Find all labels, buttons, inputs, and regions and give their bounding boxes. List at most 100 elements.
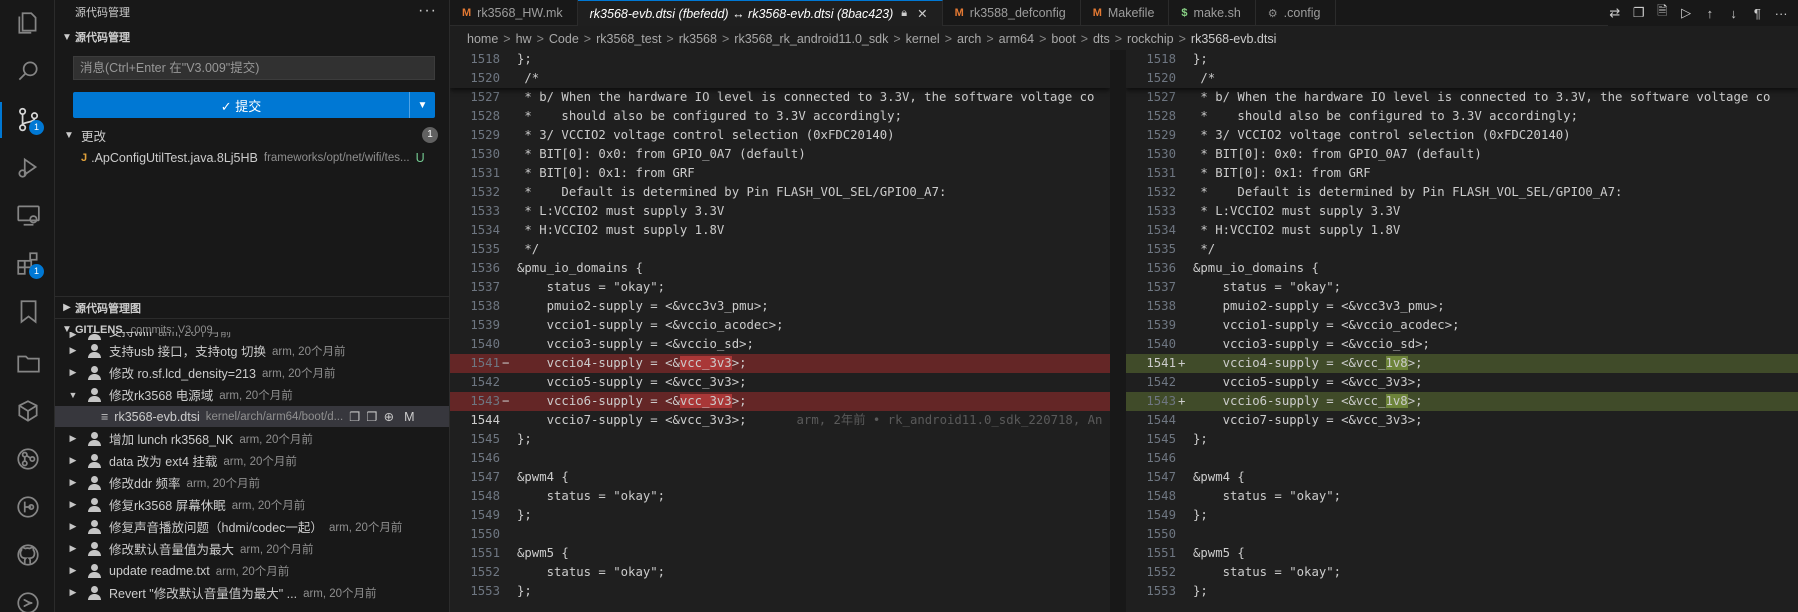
code-line[interactable]: 1529 * 3/ VCCIO2 voltage control selecti… [450, 126, 1110, 145]
breadcrumb-item[interactable]: dts [1093, 32, 1110, 46]
scm-section-header[interactable]: ▼ 源代码管理 [55, 26, 130, 48]
code-line[interactable]: 1527 * b/ When the hardware IO level is … [1126, 88, 1798, 107]
changes-group[interactable]: ▼ 更改 1 [55, 124, 449, 146]
commit-row[interactable]: ▶ 支持wifi arm, 20个月前 [55, 332, 449, 340]
code-line[interactable]: 1533 * L:VCCIO2 must supply 3.3V [1126, 202, 1798, 221]
code-line[interactable]: 1535 */ [450, 240, 1110, 259]
code-line[interactable]: 1553}; [450, 582, 1110, 601]
activity-item-run-debug[interactable] [0, 144, 55, 192]
run-icon[interactable]: ▷ [1679, 5, 1693, 21]
breadcrumb-item[interactable]: kernel [906, 32, 940, 46]
code-line[interactable]: 1528 * should also be configured to 3.3V… [450, 107, 1110, 126]
commit-button[interactable]: ✓ 提交 ▼ [73, 92, 435, 118]
code-line[interactable]: 1531 * BIT[0]: 0x1: from GRF [1126, 164, 1798, 183]
code-line[interactable]: 1548 status = "okay"; [450, 487, 1110, 506]
breadcrumb-item[interactable]: rockchip [1127, 32, 1174, 46]
code-line[interactable]: 1539 vccio1-supply = <&vccio_acodec>; [450, 316, 1110, 335]
breadcrumb-item[interactable]: home [467, 32, 498, 46]
commit-row[interactable]: ▶ 修改 ro.sf.lcd_density=213 arm, 20个月前 [55, 362, 449, 383]
code-line[interactable]: 1534 * H:VCCIO2 must supply 1.8V [450, 221, 1110, 240]
file-icon[interactable]: 🗎 [1656, 2, 1670, 24]
activity-item-github[interactable] [0, 532, 55, 580]
commit-row[interactable]: ▶ 修改默认音量值为最大 arm, 20个月前 [55, 538, 449, 559]
compare-icon[interactable]: ❐ [366, 409, 377, 424]
activity-item-folder[interactable] [0, 340, 55, 388]
activity-item-gitlens[interactable] [0, 436, 55, 484]
code-line[interactable]: 1531 * BIT[0]: 0x1: from GRF [450, 164, 1110, 183]
code-line[interactable]: 1552 status = "okay"; [1126, 563, 1798, 582]
code-line[interactable]: 1539 vccio1-supply = <&vccio_acodec>; [1126, 316, 1798, 335]
code-line[interactable]: 1544 vccio7-supply = <&vcc_3v3>; [1126, 411, 1798, 430]
code-line[interactable]: 1530 * BIT[0]: 0x0: from GPIO_0A7 (defau… [1126, 145, 1798, 164]
code-line[interactable]: 1536 &pmu_io_domains { [1126, 259, 1798, 278]
code-line[interactable]: 1534 * H:VCCIO2 must supply 1.8V [1126, 221, 1798, 240]
close-icon[interactable]: ✕ [917, 6, 927, 21]
open-file-icon[interactable]: ❐ [349, 409, 360, 424]
deleted-line[interactable]: 1543− vccio6-supply = <&vcc_3v3>; [450, 392, 1110, 411]
arrow-up-icon[interactable]: ↑ [1703, 6, 1717, 21]
code-line[interactable]: 1551 &pwm5 { [1126, 544, 1798, 563]
code-line[interactable]: 1545}; [1126, 430, 1798, 449]
inserted-line[interactable]: 1543 + vccio6-supply = <&vcc_1v8>; [1126, 392, 1798, 411]
code-line[interactable]: 1533 * L:VCCIO2 must supply 3.3V [450, 202, 1110, 221]
activity-item-gitlens-graph[interactable] [0, 580, 55, 612]
code-line[interactable]: 1546 [1126, 449, 1798, 468]
code-line[interactable]: 1549}; [450, 506, 1110, 525]
graph-section-header[interactable]: ▶ 源代码管理图 [55, 296, 449, 318]
activity-item-bookmarks[interactable] [0, 288, 55, 336]
tab-config[interactable]: ⚙ .config [1256, 0, 1336, 26]
breadcrumb-item[interactable]: hw [516, 32, 532, 46]
tab-makesh[interactable]: $ make.sh [1169, 0, 1256, 26]
activity-item-search[interactable] [0, 48, 55, 96]
code-line[interactable]: 1553}; [1126, 582, 1798, 601]
code-line[interactable]: 1548 status = "okay"; [1126, 487, 1798, 506]
commit-row[interactable]: ▶ 修改ddr 频率 arm, 20个月前 [55, 472, 449, 493]
code-line[interactable]: 1527 * b/ When the hardware IO level is … [450, 88, 1110, 107]
arrow-down-icon[interactable]: ↓ [1727, 6, 1741, 21]
breadcrumb-item[interactable]: Code [549, 32, 579, 46]
breadcrumb-item[interactable]: rk3568-evb.dtsi [1191, 32, 1276, 46]
commit-row[interactable]: ▼ 修改rk3568 电源域 arm, 20个月前 [55, 384, 449, 405]
code-line[interactable]: 1551 &pwm5 { [450, 544, 1110, 563]
code-line[interactable]: 1546 [450, 449, 1110, 468]
code-line[interactable]: 1537 status = "okay"; [450, 278, 1110, 297]
code-line[interactable]: 1542 vccio5-supply = <&vcc_3v3>; [450, 373, 1110, 392]
tab-rk3568-evbdtsi[interactable]: rk3568-evb.dtsi (fbefedd) ↔ rk3568-evb.d… [577, 0, 943, 26]
code-line[interactable]: 1538 pmuio2-supply = <&vcc3v3_pmu>; [1126, 297, 1798, 316]
code-line[interactable]: 1545}; [450, 430, 1110, 449]
code-line[interactable]: 1552 status = "okay"; [450, 563, 1110, 582]
pilcrow-icon[interactable]: ¶ [1751, 6, 1765, 21]
code-line[interactable]: 1532 * Default is determined by Pin FLAS… [450, 183, 1110, 202]
activity-item-remote-explorer[interactable] [0, 192, 55, 240]
deleted-line[interactable]: 1541− vccio4-supply = <&vcc_3v3>; [450, 354, 1110, 373]
tab-Makefile[interactable]: M Makefile [1081, 0, 1170, 26]
commit-row[interactable]: ▶ 修复rk3568 屏幕休眠 arm, 20个月前 [55, 494, 449, 515]
diff-divider[interactable] [1110, 50, 1126, 612]
code-line[interactable]: 1544 vccio7-supply = <&vcc_3v3>; arm, 2年前… [450, 411, 1110, 430]
commit-row[interactable]: ▶ Revert "修改默认音量值为最大" ... arm, 20个月前 [55, 582, 449, 603]
more-actions-icon[interactable]: ··· [418, 2, 437, 20]
commit-row[interactable]: ▶ update readme.txt arm, 20个月前 [55, 560, 449, 581]
commit-row[interactable]: ▶ data 改为 ext4 挂载 arm, 20个月前 [55, 450, 449, 471]
inserted-line[interactable]: 1541 + vccio4-supply = <&vcc_1v8>; [1126, 354, 1798, 373]
activity-item-source-control[interactable]: 1 [0, 96, 55, 144]
code-line[interactable]: 1550 [1126, 525, 1798, 544]
code-line[interactable]: 1530 * BIT[0]: 0x0: from GPIO_0A7 (defau… [450, 145, 1110, 164]
diff-editor-modified[interactable]: 1518}; 1520 /* 1527 * b/ When the hardware… [1126, 50, 1798, 612]
activity-item-files[interactable] [0, 0, 55, 48]
code-line[interactable]: 1542 vccio5-supply = <&vcc_3v3>; [1126, 373, 1798, 392]
code-line[interactable]: 1549}; [1126, 506, 1798, 525]
changed-file-row[interactable]: J .ApConfigUtilTest.java.8Lj5HB framewor… [55, 147, 449, 169]
tab-rk3588_defconfig[interactable]: Mrk3588_defconfig [943, 0, 1081, 26]
breadcrumb-item[interactable]: boot [1051, 32, 1075, 46]
globe-icon[interactable]: ⊕ [384, 409, 394, 424]
activity-item-cube[interactable] [0, 388, 55, 436]
lock-icon[interactable]: 🔒︎ [901, 7, 907, 20]
code-line[interactable]: 1540 vccio3-supply = <&vccio_sd>; [1126, 335, 1798, 354]
commit-file-row[interactable]: ≡ rk3568-evb.dtsi kernel/arch/arm64/boot/d… [55, 406, 449, 427]
breadcrumb-item[interactable]: rk3568_rk_android11.0_sdk [734, 32, 888, 46]
breadcrumb-item[interactable]: arch [957, 32, 981, 46]
commit-message-input[interactable]: 消息(Ctrl+Enter 在"V3.009"提交) [73, 56, 435, 80]
commit-row[interactable]: ▶ 修复声音播放问题（hdmi/codec一起） arm, 20个月前 [55, 516, 449, 537]
code-line[interactable]: 1538 pmuio2-supply = <&vcc3v3_pmu>; [450, 297, 1110, 316]
